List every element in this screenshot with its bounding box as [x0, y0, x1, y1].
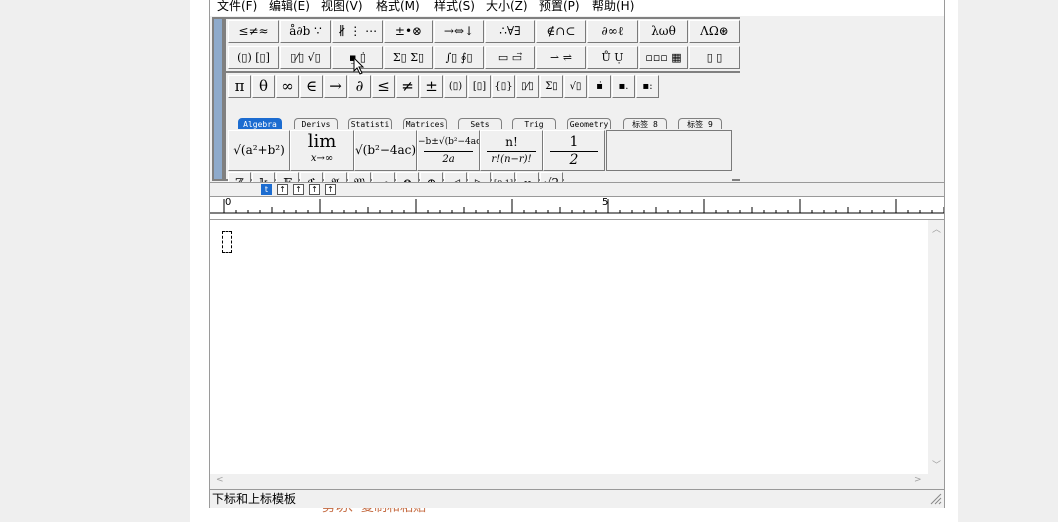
template-main-label: n! — [505, 135, 518, 149]
superscript-icon[interactable]: ▪̇ — [588, 75, 611, 98]
summation-templates-icon[interactable]: Σ▯ Σ▯ — [384, 46, 433, 69]
menu-style[interactable]: 样式(S) — [434, 0, 475, 12]
horizontal-scrollbar[interactable]: < > — [210, 474, 928, 488]
underbar-overbar-templates-icon[interactable]: ▭ ▭⃗ — [485, 46, 535, 69]
sum-icon[interactable]: Σ▯ — [540, 75, 563, 98]
vertical-scrollbar[interactable]: ︿ ﹀ — [928, 220, 944, 474]
element-of-icon[interactable]: ∈ — [300, 75, 323, 98]
pi-icon[interactable]: π — [228, 75, 251, 98]
ruler-label-mid: 5 — [602, 197, 609, 208]
operator-symbols-icon[interactable]: ±•⊗ — [384, 20, 433, 43]
integral-templates-icon[interactable]: ∫▯ ∮▯ — [434, 46, 484, 69]
status-text: 下标和上标模板 — [212, 492, 297, 506]
toolbar-area: ≤≠≈ å∂b ∵ ∦ ⋮ ⋯ ±•⊗ →⇔↓ ∴∀∃ ∉∩⊂ ∂∞ℓ λωθ ΛΩ⊛ (▯) [… — [210, 16, 944, 195]
template-empty-area — [606, 130, 732, 171]
scroll-right-icon[interactable]: > — [914, 475, 922, 485]
menu-preferences[interactable]: 预置(P) — [539, 0, 580, 12]
matrix-templates-icon[interactable]: ▫▫▫ ▦ — [639, 46, 688, 69]
plus-minus-icon[interactable]: ± — [420, 75, 443, 98]
tab-trig[interactable]: Trig — [512, 118, 556, 129]
subscript-icon[interactable]: ▪. — [612, 75, 635, 98]
boxed-templates-icon[interactable]: ▯ ▯ — [689, 46, 740, 69]
theta-icon[interactable]: θ — [252, 75, 275, 98]
not-equal-icon[interactable]: ≠ — [396, 75, 419, 98]
menu-size[interactable]: 大小(Z) — [486, 0, 528, 12]
fraction-radical-templates-icon[interactable]: ▯⁄▯ √▯ — [280, 46, 331, 69]
status-bar: 下标和上标模板 — [210, 489, 944, 508]
misc-symbols-icon[interactable]: ∂∞ℓ — [587, 20, 638, 43]
braces-icon[interactable]: {▯} — [492, 75, 515, 98]
mouse-cursor-icon — [353, 57, 365, 75]
template-main-label: √(a²+b²) — [233, 143, 285, 157]
size-tab-5[interactable]: ↑ — [325, 184, 336, 195]
tab-algebra[interactable]: Algebra — [238, 118, 282, 129]
template-main-label: √(b²−4ac) — [355, 143, 417, 157]
size-tab-2[interactable]: ↑ — [277, 184, 288, 195]
set-theory-symbols-icon[interactable]: ∉∩⊂ — [536, 20, 586, 43]
partial-icon[interactable]: ∂ — [348, 75, 371, 98]
sub-superscript-icon[interactable]: ▪: — [636, 75, 659, 98]
template-main-label: 1 — [569, 134, 579, 150]
menu-view[interactable]: 视图(V) — [321, 0, 363, 12]
template-sub-label: x→∞ — [310, 153, 334, 164]
discriminant-template-icon[interactable]: √(b²−4ac) — [354, 130, 417, 171]
relational-symbols-icon[interactable]: ≤≠≈ — [228, 20, 279, 43]
menu-help[interactable]: 帮助(H) — [592, 0, 634, 12]
labeled-arrow-templates-icon[interactable]: ⇀ ⇌ — [536, 46, 586, 69]
scroll-down-icon[interactable]: ﹀ — [932, 458, 941, 471]
palette-grip[interactable] — [214, 19, 222, 179]
tab-sets[interactable]: Sets — [458, 118, 502, 129]
equation-palette: ≤≠≈ å∂b ∵ ∦ ⋮ ⋯ ±•⊗ →⇔↓ ∴∀∃ ∉∩⊂ ∂∞ℓ λωθ ΛΩ⊛ (▯) [… — [212, 17, 740, 195]
fence-templates-icon[interactable]: (▯) [▯] — [228, 46, 279, 69]
template-sub-label: r!(n−r)! — [487, 151, 536, 168]
menu-edit[interactable]: 编辑(E) — [269, 0, 310, 12]
menu-file[interactable]: 文件(F) — [217, 0, 257, 12]
products-set-templates-icon[interactable]: Ů Ụ — [587, 46, 638, 69]
fraction-icon[interactable]: ▯⁄▯ — [516, 75, 539, 98]
tab-geometry[interactable]: Geometry — [567, 118, 611, 129]
tab-matrices[interactable]: Matrices — [403, 118, 447, 129]
tab-statisti[interactable]: Statisti — [348, 118, 392, 129]
size-tab-3[interactable]: ↑ — [293, 184, 304, 195]
size-tab-row: t ↑ ↑ ↑ ↑ — [210, 182, 944, 197]
less-equal-icon[interactable]: ≤ — [372, 75, 395, 98]
tab-标签-9[interactable]: 标签 9 — [678, 118, 722, 129]
menu-format[interactable]: 格式(M) — [376, 0, 420, 12]
logical-symbols-icon[interactable]: ∴∀∃ — [485, 20, 535, 43]
spaces-ellipses-icon[interactable]: å∂b ∵ — [280, 20, 331, 43]
scroll-up-icon[interactable]: ︿ — [932, 222, 941, 235]
scroll-left-icon[interactable]: < — [216, 475, 224, 485]
sqrt-icon[interactable]: √▯ — [564, 75, 587, 98]
template-main-label: lim — [307, 131, 337, 152]
greek-uppercase-icon[interactable]: ΛΩ⊛ — [689, 20, 740, 43]
equation-edit-area[interactable] — [210, 220, 928, 474]
quadratic-formula-template-icon[interactable]: −b±√(b²−4ac) 2a — [417, 130, 480, 171]
tab-标签-8[interactable]: 标签 8 — [623, 118, 667, 129]
brackets-icon[interactable]: [▯] — [468, 75, 491, 98]
limit-template-icon[interactable]: lim x→∞ — [290, 130, 354, 171]
row3-spacer — [660, 75, 732, 98]
one-half-template-icon[interactable]: 12 — [543, 130, 605, 171]
template-sub-label: 2 — [550, 151, 598, 168]
template-main-label: −b±√(b²−4ac) — [418, 137, 480, 147]
pythagorean-template-icon[interactable]: √(a²+b²) — [228, 130, 290, 171]
embellishments-icon[interactable]: ∦ ⋮ ⋯ — [332, 20, 383, 43]
ruler-ticks — [210, 199, 944, 214]
ruler-label-start: 0 — [225, 197, 232, 208]
size-tab-4[interactable]: ↑ — [309, 184, 320, 195]
size-tab-1[interactable]: t — [261, 184, 272, 195]
arrow-symbols-icon[interactable]: →⇔↓ — [434, 20, 484, 43]
right-arrow-icon[interactable]: → — [324, 75, 347, 98]
parentheses-icon[interactable]: (▯) — [444, 75, 467, 98]
resize-grip-icon[interactable] — [930, 493, 942, 505]
combination-template-icon[interactable]: n! r!(n−r)! — [480, 130, 543, 171]
tab-derivs[interactable]: Derivs — [294, 118, 338, 129]
ruler: 0 5 — [210, 196, 944, 220]
greek-lowercase-icon[interactable]: λωθ — [639, 20, 688, 43]
empty-slot-placeholder[interactable] — [222, 231, 232, 253]
template-sub-label: 2a — [424, 151, 473, 168]
menu-bar: 文件(F) 编辑(E) 视图(V) 格式(M) 样式(S) 大小(Z) 预置(P… — [210, 0, 944, 17]
infinity-icon[interactable]: ∞ — [276, 75, 299, 98]
equation-editor-window: 文件(F) 编辑(E) 视图(V) 格式(M) 样式(S) 大小(Z) 预置(P… — [209, 0, 945, 508]
